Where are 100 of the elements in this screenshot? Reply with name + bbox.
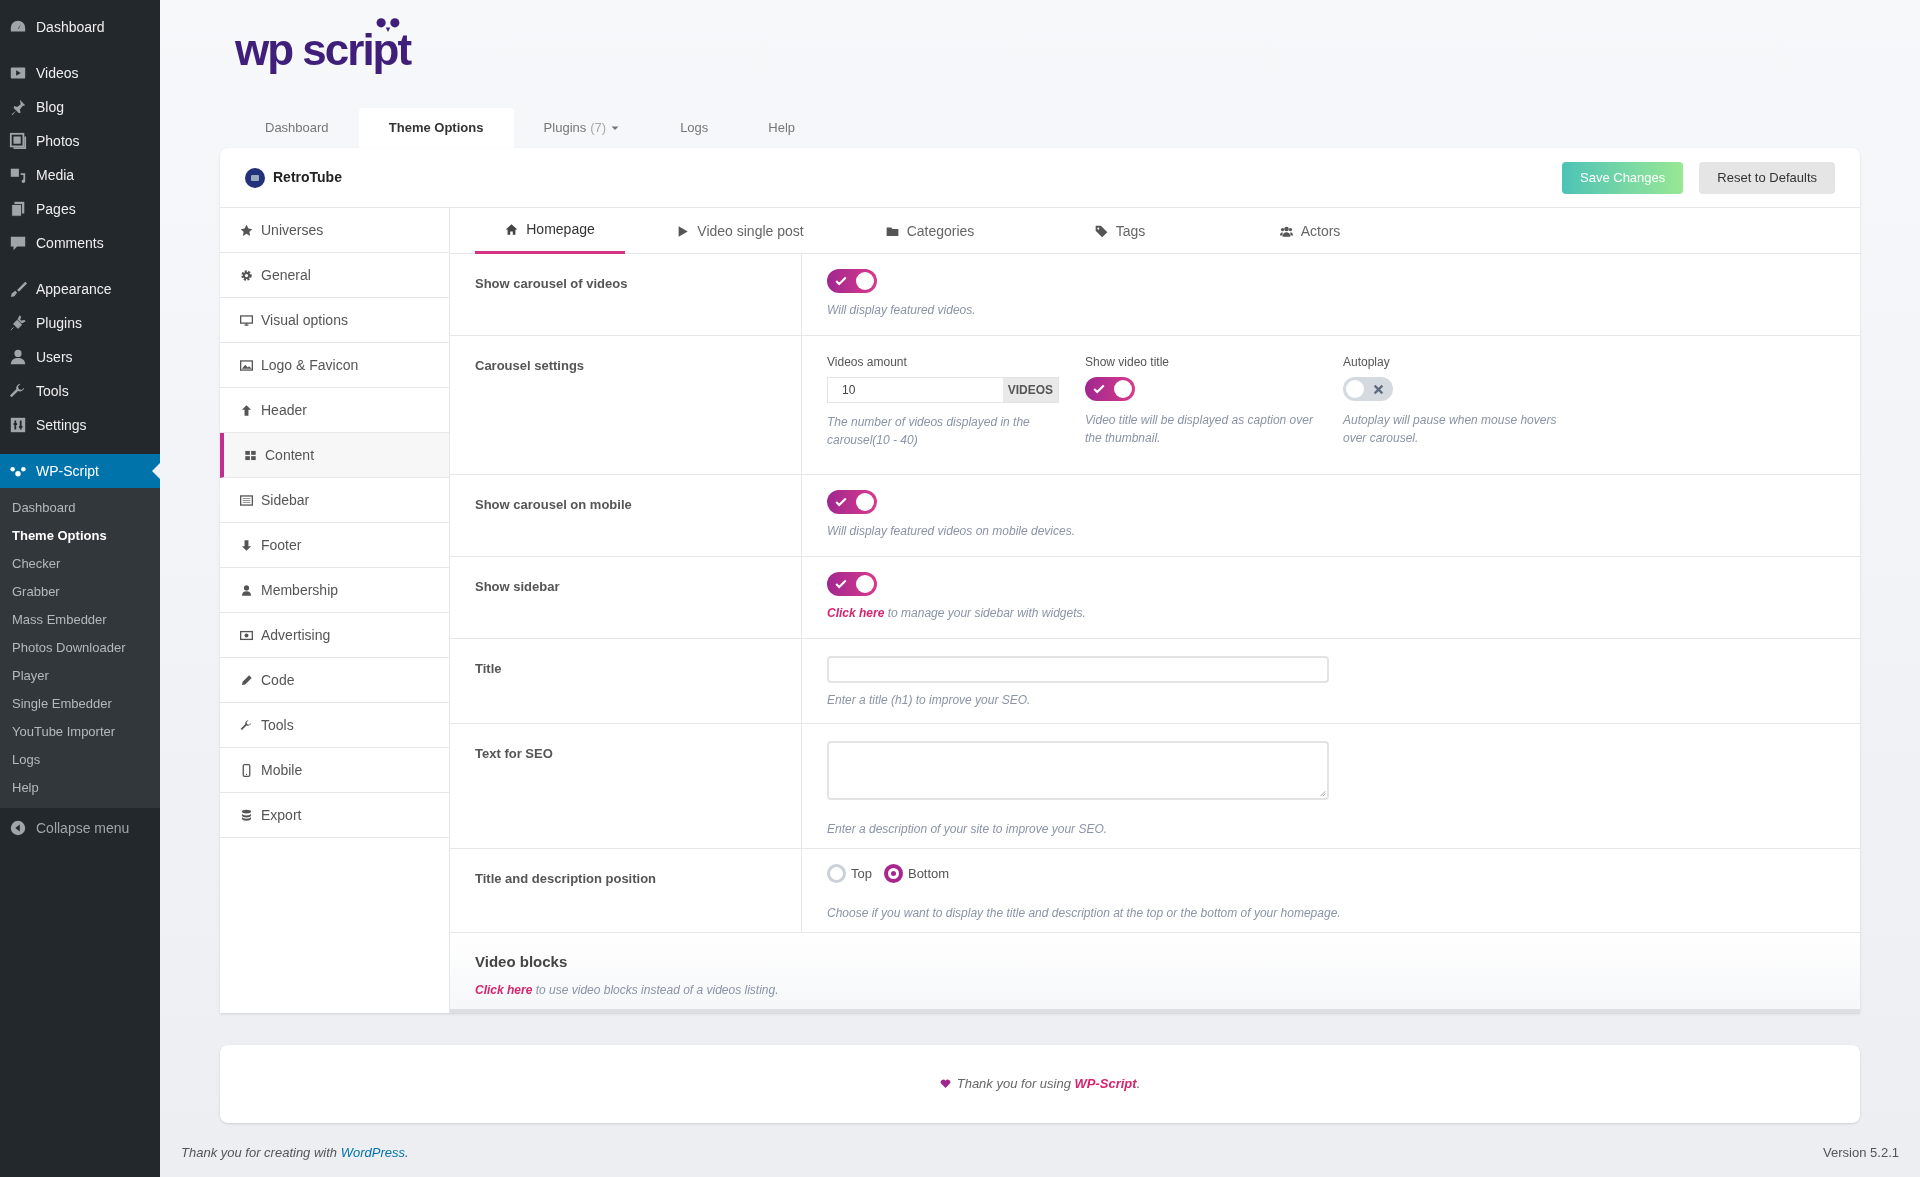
resize-grip-icon <box>1318 789 1326 797</box>
setting-label: Text for SEO <box>475 746 553 761</box>
user-icon <box>9 348 27 366</box>
submenu-item[interactable]: Photos Downloader <box>0 634 160 662</box>
help-text: Click here to use video blocks instead of a videos listing. <box>475 982 780 999</box>
submenu-item[interactable]: Help <box>0 774 160 802</box>
submenu-item[interactable]: Grabber <box>0 578 160 606</box>
admin-menu-item[interactable]: Comments <box>0 226 160 260</box>
admin-menu-item[interactable]: Appearance <box>0 272 160 306</box>
section-nav-item[interactable]: Universes <box>220 208 449 253</box>
wrench-icon <box>9 382 27 400</box>
pages-icon <box>9 200 27 218</box>
field-label: Videos amount <box>827 354 908 371</box>
radio-option[interactable]: Bottom <box>883 864 950 884</box>
pencil-icon <box>240 673 253 687</box>
help-text: Will display featured videos. <box>827 302 977 319</box>
heart-icon <box>939 1078 951 1089</box>
wp-script-link[interactable]: WP-Script <box>1074 1075 1137 1091</box>
section-nav-item[interactable]: General <box>220 253 449 298</box>
number-field[interactable]: 10 VIDEOS <box>827 377 1059 403</box>
submenu-item[interactable]: Mass Embedder <box>0 606 160 634</box>
admin-menu-item[interactable]: Plugins <box>0 306 160 340</box>
section-nav-item[interactable]: Membership <box>220 568 449 613</box>
toggle-switch[interactable] <box>827 269 877 293</box>
submenu-item[interactable]: Logs <box>0 746 160 774</box>
setting-label: Carousel settings <box>475 358 585 373</box>
section-nav-item[interactable]: Mobile <box>220 748 449 793</box>
admin-menu-item[interactable]: Videos <box>0 56 160 90</box>
admin-menu-item[interactable]: Settings <box>0 408 160 442</box>
content-tab[interactable]: Video single post <box>665 208 815 254</box>
section-nav-item[interactable]: Tools <box>220 703 449 748</box>
up-arrow-icon <box>240 403 253 417</box>
field-label: Show video title <box>1085 354 1171 371</box>
tag-icon <box>1094 224 1108 238</box>
users-icon <box>1279 224 1293 238</box>
submenu-item[interactable]: YouTube Importer <box>0 718 160 746</box>
user-icon <box>240 583 253 597</box>
content-tab[interactable]: Homepage <box>475 208 625 254</box>
submenu-item[interactable]: Player <box>0 662 160 690</box>
section-nav-item[interactable]: Header <box>220 388 449 433</box>
home-icon <box>505 223 519 236</box>
section-nav-item[interactable]: Footer <box>220 523 449 568</box>
section-nav-item[interactable]: Export <box>220 793 449 838</box>
admin-menu-item[interactable]: Users <box>0 340 160 374</box>
radio-option[interactable]: Top <box>827 864 872 884</box>
page-tab[interactable]: Theme Options <box>358 108 514 148</box>
version-text: Version 5.2.1 <box>1823 1144 1899 1163</box>
content-tab[interactable]: Actors <box>1235 208 1385 254</box>
setting-label: Title and description position <box>475 871 657 886</box>
page-tab[interactable]: Dashboard <box>235 108 359 148</box>
admin-menu-item[interactable]: Media <box>0 158 160 192</box>
content-tab[interactable]: Categories <box>855 208 1005 254</box>
section-nav-item[interactable]: Code <box>220 658 449 703</box>
section-nav-item[interactable]: Sidebar <box>220 478 449 523</box>
title-input-field[interactable] <box>827 656 1329 683</box>
admin-menu-item[interactable]: WP-Script <box>0 454 160 488</box>
check-icon <box>835 275 847 287</box>
toggle-switch[interactable] <box>1085 377 1135 401</box>
submenu-item[interactable]: Dashboard <box>0 494 160 522</box>
down-arrow-icon <box>240 538 253 552</box>
section-nav-item[interactable]: Visual options <box>220 298 449 343</box>
toggle-switch[interactable] <box>1343 377 1393 401</box>
submenu-item[interactable]: Theme Options <box>0 522 160 550</box>
help-text: Enter a description of your site to improve your SEO. <box>827 821 1109 838</box>
footer-note: Thank you for creating with WordPress. <box>181 1144 409 1163</box>
setting-label: Title <box>475 661 502 676</box>
media-icon <box>9 166 27 184</box>
admin-menu-item[interactable]: Tools <box>0 374 160 408</box>
admin-menu-item[interactable]: Dashboard <box>0 10 160 44</box>
wordpress-link[interactable]: WordPress <box>340 1145 405 1161</box>
sliders-icon <box>9 416 27 434</box>
help-text: The number of videos displayed in the carousel(10 - 40) <box>827 414 1031 449</box>
help-link[interactable]: Click here <box>827 606 885 620</box>
page-tab[interactable]: Logs <box>650 108 739 148</box>
submenu-item[interactable]: Single Embedder <box>0 690 160 718</box>
logo-wordmark: wp script <box>235 25 411 74</box>
reset-button[interactable]: Reset to Defaults <box>1699 161 1835 194</box>
brush-icon <box>9 280 27 298</box>
page-tab[interactable]: Help <box>738 108 826 148</box>
content-tab[interactable]: Tags <box>1045 208 1195 254</box>
plug-icon <box>9 314 27 332</box>
phone-icon <box>240 763 253 777</box>
admin-menu-item[interactable]: Photos <box>0 124 160 158</box>
help-text: Choose if you want to display the title and description at the top or the bottom of your homepage. <box>827 904 1342 922</box>
toggle-switch[interactable] <box>827 572 877 596</box>
admin-menu-item[interactable]: Pages <box>0 192 160 226</box>
pin-icon <box>9 98 27 116</box>
help-text: Click here to manage your sidebar with widgets. <box>827 605 1087 622</box>
toggle-switch[interactable] <box>827 490 877 514</box>
image-icon <box>240 358 253 372</box>
help-link[interactable]: Click here <box>475 983 533 997</box>
submenu-item[interactable]: Checker <box>0 550 160 578</box>
section-nav-item[interactable]: Logo & Favicon <box>220 343 449 388</box>
page-tab[interactable]: Plugins (7) <box>513 108 651 148</box>
check-icon <box>835 496 847 508</box>
section-heading: Video blocks <box>475 951 569 972</box>
section-nav-item[interactable]: Advertising <box>220 613 449 658</box>
section-nav-item[interactable]: Content <box>220 433 449 478</box>
check-icon <box>1093 383 1105 395</box>
admin-menu-item[interactable]: Blog <box>0 90 160 124</box>
